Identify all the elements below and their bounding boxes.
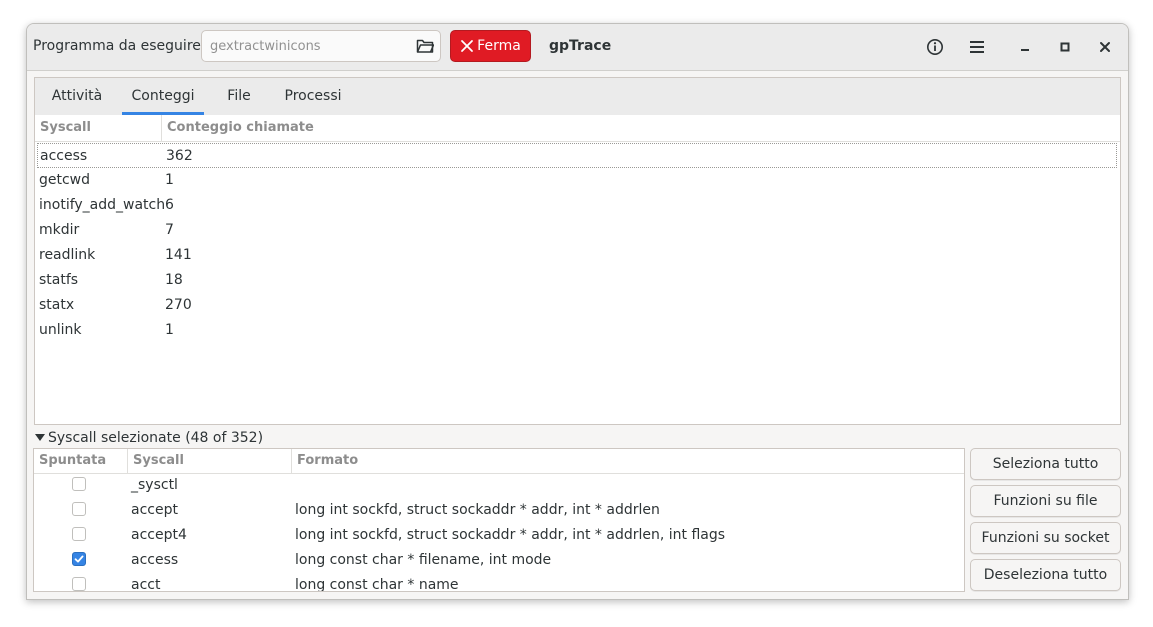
column-header-checked[interactable]: Spuntata xyxy=(34,449,127,473)
selected-syscalls-expander[interactable]: Syscall selezionate (48 of 352) xyxy=(35,430,263,446)
tab-file[interactable]: File xyxy=(221,78,257,115)
triangle-down-icon xyxy=(35,434,45,441)
table-row[interactable]: access 362 xyxy=(37,143,1117,168)
folder-open-icon[interactable] xyxy=(416,38,434,54)
maximize-icon xyxy=(1060,42,1070,52)
checkbox[interactable] xyxy=(72,527,86,541)
counts-header: Syscall Conteggio chiamate xyxy=(35,115,1120,142)
table-row[interactable]: getcwd 1 xyxy=(37,168,1117,193)
file-functions-button[interactable]: Funzioni su file xyxy=(970,485,1121,517)
checkbox[interactable] xyxy=(72,577,86,591)
checkbox[interactable] xyxy=(72,552,86,566)
column-header-syscall[interactable]: Syscall xyxy=(35,115,161,141)
tab-conteggi[interactable]: Conteggi xyxy=(122,78,204,115)
menu-button[interactable] xyxy=(964,34,990,60)
checkmark-icon xyxy=(74,555,84,563)
selected-syscalls-list: Spuntata Syscall Formato _sysctl accept … xyxy=(33,448,965,592)
app-window: Programma da eseguire: Ferma gpTrace xyxy=(26,23,1129,600)
program-entry[interactable] xyxy=(201,30,441,62)
deselect-all-button[interactable]: Deseleziona tutto xyxy=(970,559,1121,591)
column-header-format[interactable]: Formato xyxy=(291,449,964,473)
tab-processi[interactable]: Processi xyxy=(279,78,347,115)
table-row[interactable]: mkdir 7 xyxy=(37,218,1117,243)
minimize-icon xyxy=(1021,49,1029,51)
checkbox[interactable] xyxy=(72,477,86,491)
close-icon xyxy=(461,40,474,52)
selected-header: Spuntata Syscall Formato xyxy=(34,449,964,474)
program-label: Programma da eseguire: xyxy=(33,38,206,54)
header-bar: Programma da eseguire: Ferma gpTrace xyxy=(27,24,1128,71)
checkbox[interactable] xyxy=(72,502,86,516)
list-item[interactable]: accept long int sockfd, struct sockaddr … xyxy=(34,498,964,523)
stop-button[interactable]: Ferma xyxy=(450,30,531,62)
socket-functions-button[interactable]: Funzioni su socket xyxy=(970,522,1121,554)
close-window-button[interactable] xyxy=(1092,34,1118,60)
column-header-syscall[interactable]: Syscall xyxy=(127,449,291,473)
info-icon xyxy=(927,39,943,55)
table-row[interactable]: inotify_add_watch 6 xyxy=(37,193,1117,218)
hamburger-menu-icon xyxy=(970,41,984,53)
table-row[interactable]: statfs 18 xyxy=(37,268,1117,293)
list-item[interactable]: _sysctl xyxy=(34,473,964,498)
about-button[interactable] xyxy=(922,34,948,60)
minimize-button[interactable] xyxy=(1012,34,1038,60)
close-icon xyxy=(1100,42,1110,52)
list-item[interactable]: access long const char * filename, int m… xyxy=(34,548,964,573)
maximize-button[interactable] xyxy=(1052,34,1078,60)
program-input[interactable] xyxy=(202,31,418,61)
expander-label: Syscall selezionate (48 of 352) xyxy=(48,430,264,446)
table-row[interactable]: statx 270 xyxy=(37,293,1117,318)
list-item[interactable]: accept4 long int sockfd, struct sockaddr… xyxy=(34,523,964,548)
notebook: Attività Conteggi File Processi Syscall … xyxy=(34,77,1121,425)
tab-bar: Attività Conteggi File Processi xyxy=(35,78,1120,116)
list-item[interactable]: acct long const char * name xyxy=(34,573,964,591)
stop-label: Ferma xyxy=(477,38,521,54)
table-row[interactable]: unlink 1 xyxy=(37,318,1117,343)
column-header-count[interactable]: Conteggio chiamate xyxy=(161,115,1120,141)
select-all-button[interactable]: Seleziona tutto xyxy=(970,448,1121,480)
app-title: gpTrace xyxy=(549,38,612,54)
table-row[interactable]: readlink 141 xyxy=(37,243,1117,268)
tab-attivita[interactable]: Attività xyxy=(49,78,105,115)
